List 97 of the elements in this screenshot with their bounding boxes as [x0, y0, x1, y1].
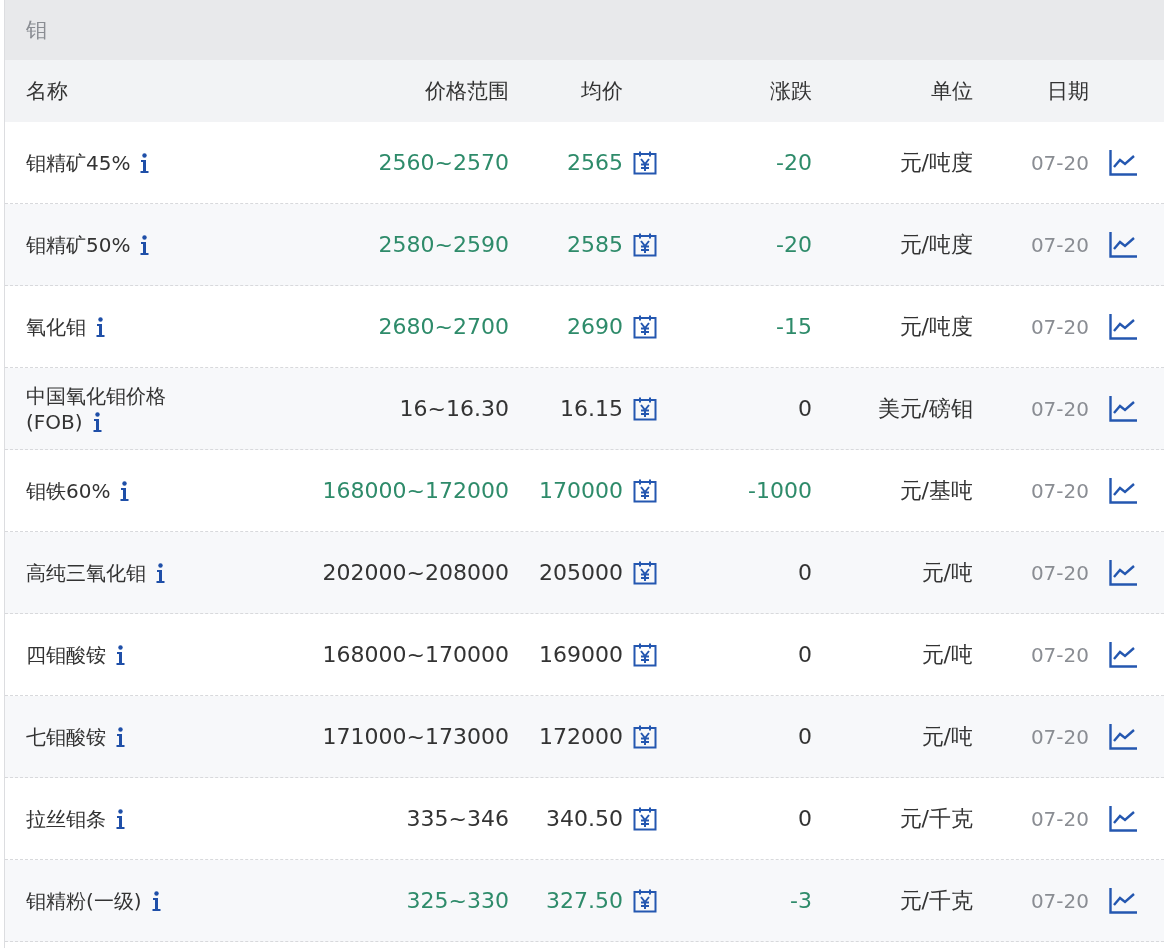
date: 07-20	[1030, 806, 1089, 831]
column-header: 单位	[931, 78, 973, 105]
price-change: -1000	[748, 478, 812, 503]
average-price: 205000	[539, 560, 623, 585]
price-range: 335~346	[406, 806, 509, 831]
calendar-yen-icon[interactable]	[633, 478, 657, 503]
line-chart-icon[interactable]	[1109, 723, 1137, 750]
calendar-yen-icon[interactable]	[633, 806, 657, 831]
price-range: 2680~2700	[378, 314, 509, 339]
price-range: 168000~170000	[322, 642, 509, 667]
date: 07-20	[1030, 642, 1089, 667]
info-icon[interactable]	[151, 890, 161, 911]
calendar-yen-icon[interactable]	[633, 724, 657, 749]
average-price: 16.15	[560, 396, 623, 421]
date: 07-20	[1030, 396, 1089, 421]
price-change: 0	[798, 396, 812, 421]
price-range: 202000~208000	[322, 560, 509, 585]
line-chart-icon[interactable]	[1109, 231, 1137, 258]
line-chart-icon[interactable]	[1109, 887, 1137, 914]
product-name: 钼精粉(一级)	[26, 887, 206, 914]
line-chart-icon[interactable]	[1109, 313, 1137, 340]
column-header: 价格范围	[425, 78, 509, 105]
price-range: 325~330	[406, 888, 509, 913]
average-price: 172000	[539, 724, 623, 749]
calendar-yen-icon[interactable]	[633, 888, 657, 913]
average-price: 170000	[539, 478, 623, 503]
product-name: 钼精矿50%	[26, 231, 206, 258]
info-icon[interactable]	[140, 234, 150, 255]
price-change: -20	[776, 232, 812, 257]
price-change: 0	[798, 806, 812, 831]
unit: 元/吨度	[899, 312, 973, 341]
average-price: 2585	[567, 232, 623, 257]
product-name: 钼精矿45%	[26, 149, 206, 176]
info-icon[interactable]	[156, 562, 165, 583]
info-icon[interactable]	[92, 411, 102, 432]
price-change: 0	[798, 642, 812, 667]
info-icon[interactable]	[116, 644, 125, 665]
average-price: 340.50	[546, 806, 623, 831]
calendar-yen-icon[interactable]	[633, 314, 657, 339]
calendar-yen-icon[interactable]	[633, 232, 657, 257]
calendar-yen-icon[interactable]	[633, 150, 657, 175]
date: 07-20	[1030, 232, 1089, 257]
price-change: 0	[798, 560, 812, 585]
line-chart-icon[interactable]	[1109, 641, 1137, 668]
price-range: 2560~2570	[378, 150, 509, 175]
panel-title: 钼	[26, 17, 47, 44]
price-change: 0	[798, 724, 812, 749]
unit: 元/吨	[921, 558, 973, 587]
average-price: 327.50	[546, 888, 623, 913]
date: 07-20	[1030, 478, 1089, 503]
unit: 元/千克	[899, 886, 973, 915]
average-price: 169000	[539, 642, 623, 667]
unit: 元/基吨	[899, 476, 973, 505]
unit: 元/千克	[899, 804, 973, 833]
price-range: 2580~2590	[378, 232, 509, 257]
line-chart-icon[interactable]	[1109, 477, 1137, 504]
line-chart-icon[interactable]	[1109, 149, 1137, 176]
calendar-yen-icon[interactable]	[633, 642, 657, 667]
product-name: 中国氧化钼价格(FOB)	[26, 382, 167, 435]
price-range: 16~16.30	[399, 396, 509, 421]
unit: 元/吨度	[899, 148, 973, 177]
unit: 美元/磅钼	[877, 394, 973, 423]
price-change: -15	[776, 314, 812, 339]
price-change: -3	[790, 888, 812, 913]
product-name: 高纯三氧化钼	[26, 559, 206, 586]
date: 07-20	[1030, 560, 1089, 585]
product-name: 拉丝钼条	[26, 805, 206, 832]
unit: 元/吨	[921, 722, 973, 751]
product-name: 氧化钼	[26, 313, 206, 340]
line-chart-icon[interactable]	[1109, 395, 1137, 422]
date: 07-20	[1030, 314, 1089, 339]
product-name: 钼铁60%	[26, 477, 206, 504]
info-icon[interactable]	[96, 316, 105, 337]
info-icon[interactable]	[140, 152, 150, 173]
calendar-yen-icon[interactable]	[633, 560, 657, 585]
calendar-yen-icon[interactable]	[633, 396, 657, 421]
column-header: 涨跌	[770, 78, 812, 105]
info-icon[interactable]	[120, 480, 130, 501]
column-header: 均价	[581, 78, 623, 105]
line-chart-icon[interactable]	[1109, 805, 1137, 832]
price-change: -20	[776, 150, 812, 175]
column-header: 日期	[1047, 78, 1089, 105]
unit: 元/吨	[921, 640, 973, 669]
date: 07-20	[1030, 150, 1089, 175]
product-name: 七钼酸铵	[26, 723, 206, 750]
price-range: 171000~173000	[322, 724, 509, 749]
date: 07-20	[1030, 724, 1089, 749]
date: 07-20	[1030, 888, 1089, 913]
info-icon[interactable]	[116, 808, 125, 829]
column-header: 名称	[26, 78, 69, 105]
product-name: 四钼酸铵	[26, 641, 206, 668]
unit: 元/吨度	[899, 230, 973, 259]
average-price: 2565	[567, 150, 623, 175]
average-price: 2690	[567, 314, 623, 339]
line-chart-icon[interactable]	[1109, 559, 1137, 586]
info-icon[interactable]	[116, 726, 125, 747]
price-range: 168000~172000	[322, 478, 509, 503]
